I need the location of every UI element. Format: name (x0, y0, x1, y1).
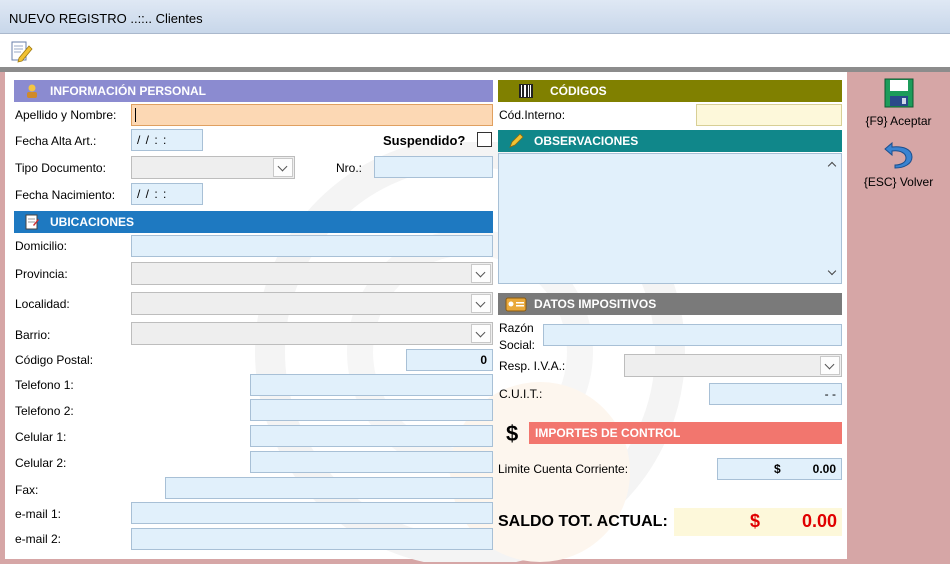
window-title: NUEVO REGISTRO ..::.. Clientes (9, 11, 203, 26)
celular1-label: Celular 1: (15, 430, 67, 444)
window-titlebar: NUEVO REGISTRO ..::.. Clientes (0, 0, 950, 34)
fax-input[interactable] (165, 477, 493, 499)
back-label: {ESC} Volver (863, 175, 934, 189)
telefono2-label: Telefono 2: (15, 404, 74, 418)
personal-info-header: INFORMACIÓN PERSONAL (14, 80, 493, 102)
fecha-nac-input[interactable]: / / : : (131, 183, 203, 205)
codigos-header: CÓDIGOS (498, 80, 842, 102)
tipo-doc-select[interactable] (131, 156, 295, 179)
saldo-label: SALDO TOT. ACTUAL: (498, 513, 668, 530)
undo-arrow-icon (883, 141, 913, 169)
person-icon (27, 84, 37, 98)
nro-label: Nro.: (336, 161, 363, 175)
razon-label-2: Social: (499, 338, 536, 352)
dollar-icon: $ (506, 421, 519, 446)
fecha-alta-label: Fecha Alta Art.: (15, 134, 97, 148)
id-card-icon (505, 297, 527, 312)
celular1-input[interactable] (250, 425, 493, 447)
barrio-label: Barrio: (15, 328, 51, 342)
chevron-down-icon[interactable] (820, 356, 840, 375)
observaciones-title: OBSERVACIONES (534, 134, 639, 148)
resp-iva-select[interactable] (624, 354, 842, 377)
ubicaciones-header: UBICACIONES (14, 211, 493, 233)
nro-input[interactable] (374, 156, 493, 178)
limite-value: 0.00 (812, 462, 836, 476)
codigo-postal-input[interactable]: 0 (406, 349, 493, 371)
barcode-icon (519, 84, 533, 98)
email2-input[interactable] (131, 528, 493, 550)
domicilio-input[interactable] (131, 235, 493, 257)
cuit-label: C.U.I.T.: (499, 387, 543, 401)
domicilio-label: Domicilio: (15, 239, 68, 253)
back-button[interactable]: {ESC} Volver (847, 136, 950, 189)
email1-input[interactable] (131, 502, 493, 524)
impositivos-title: DATOS IMPOSITIVOS (534, 297, 657, 311)
personal-info-title: INFORMACIÓN PERSONAL (50, 84, 206, 98)
codigos-title: CÓDIGOS (550, 84, 607, 98)
observaciones-textarea[interactable] (498, 153, 842, 284)
resp-iva-label: Resp. I.V.A.: (499, 359, 566, 373)
impositivos-header: DATOS IMPOSITIVOS (498, 293, 842, 315)
tipo-doc-label: Tipo Documento: (15, 161, 106, 175)
scroll-up-icon[interactable] (827, 161, 837, 171)
telefono2-input[interactable] (250, 399, 493, 421)
saldo-value: 0.00 (801, 511, 837, 531)
razon-social-input[interactable] (543, 324, 842, 346)
email2-label: e-mail 2: (15, 532, 62, 546)
fecha-alta-input[interactable]: / / : : (131, 129, 203, 151)
accept-button[interactable]: {F9} Aceptar (847, 77, 950, 128)
suspendido-label: Suspendido? (383, 133, 466, 148)
chevron-down-icon[interactable] (273, 158, 293, 177)
chevron-down-icon[interactable] (471, 294, 491, 313)
observaciones-scrollbar[interactable] (823, 154, 841, 283)
fecha-nac-label: Fecha Nacimiento: (15, 188, 116, 202)
apellido-label: Apellido y Nombre: (15, 108, 117, 122)
provincia-select[interactable] (131, 262, 493, 285)
side-panel: {F9} Aceptar {ESC} Volver (847, 72, 950, 564)
saldo-display: $ 0.00 (674, 508, 842, 536)
apellido-input[interactable] (131, 104, 493, 126)
save-icon (884, 78, 913, 108)
toolbar (0, 34, 950, 68)
provincia-label: Provincia: (15, 267, 68, 281)
scroll-down-icon[interactable] (827, 266, 837, 276)
cod-interno-input[interactable] (696, 104, 842, 126)
document-icon (25, 214, 39, 230)
telefono1-input[interactable] (250, 374, 493, 396)
pencil-icon (509, 133, 524, 148)
cod-interno-label: Cód.Interno: (499, 108, 566, 122)
chevron-down-icon[interactable] (471, 324, 491, 343)
fax-label: Fax: (15, 483, 39, 497)
localidad-select[interactable] (131, 292, 493, 315)
cuit-input[interactable]: - - (709, 383, 842, 405)
observaciones-header: OBSERVACIONES (498, 130, 842, 152)
barrio-select[interactable] (131, 322, 493, 345)
celular2-label: Celular 2: (15, 456, 67, 470)
localidad-label: Localidad: (15, 297, 70, 311)
codigo-postal-label: Código Postal: (15, 353, 94, 367)
telefono1-label: Telefono 1: (15, 378, 74, 392)
limite-currency: $ (774, 462, 781, 476)
importes-header: IMPORTES DE CONTROL (529, 422, 842, 444)
text-cursor (135, 108, 136, 122)
celular2-input[interactable] (250, 451, 493, 473)
edit-document-icon[interactable] (9, 39, 33, 63)
razon-label-1: Razón (499, 321, 534, 335)
importes-title: IMPORTES DE CONTROL (535, 426, 681, 440)
ubicaciones-title: UBICACIONES (50, 215, 135, 229)
suspendido-checkbox[interactable] (477, 132, 492, 147)
chevron-down-icon[interactable] (471, 264, 491, 283)
email1-label: e-mail 1: (15, 507, 62, 521)
saldo-currency: $ (750, 511, 761, 531)
accept-label: {F9} Aceptar (865, 114, 932, 128)
limite-label: Limite Cuenta Corriente: (498, 462, 629, 476)
limite-input[interactable]: $ 0.00 (717, 458, 842, 480)
